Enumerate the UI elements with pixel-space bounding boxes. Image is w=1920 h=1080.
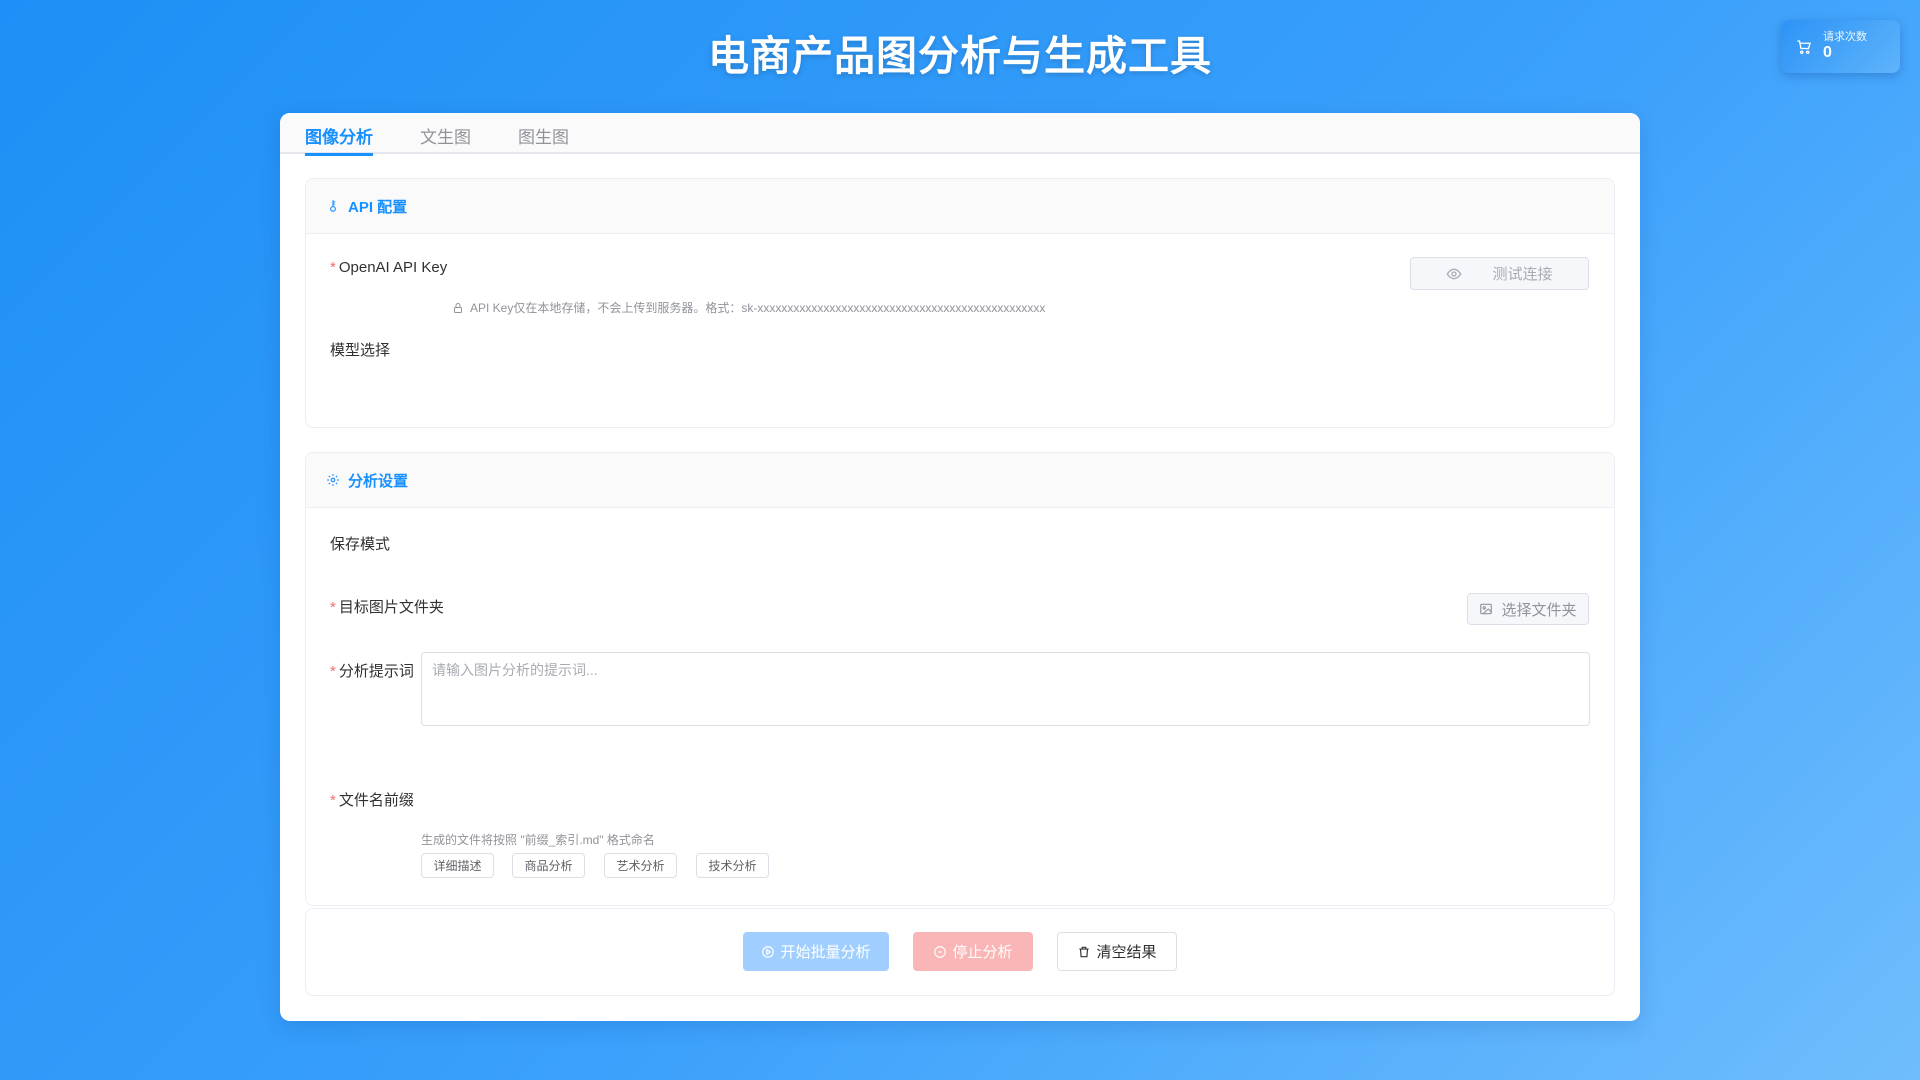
save-mode-label: 保存模式 — [330, 536, 391, 553]
analysis-settings-header: 分析设置 — [306, 453, 1614, 508]
eye-icon — [1447, 268, 1462, 279]
request-counter: 请求次数 0 — [1781, 20, 1900, 73]
api-config-header: API 配置 — [306, 179, 1614, 234]
main-card: 图像分析 文生图 图生图 API 配置 * OpenAI API Key 测试连接… — [280, 113, 1640, 1021]
prompt-tag-technical[interactable]: 技术分析 — [696, 853, 769, 878]
analysis-settings-title: 分析设置 — [348, 472, 409, 490]
filename-prefix-label: * 文件名前缀 — [330, 792, 414, 809]
stop-icon — [934, 945, 947, 958]
prompt-tag-art[interactable]: 艺术分析 — [604, 853, 677, 878]
model-select-label: 模型选择 — [330, 342, 391, 359]
tab-image-analysis[interactable]: 图像分析 — [305, 113, 373, 156]
prompt-tag-product[interactable]: 商品分析 — [512, 853, 585, 878]
prompt-tag-detailed[interactable]: 详细描述 — [421, 853, 494, 878]
api-config-section: API 配置 * OpenAI API Key 测试连接 API Key仅在本地存… — [305, 178, 1615, 428]
tab-image-to-image[interactable]: 图生图 — [518, 113, 569, 154]
analysis-settings-section: 分析设置 保存模式 * 目标图片文件夹 选择文件夹 * 分析提示词 请输入图片分析的… — [305, 452, 1615, 906]
play-icon — [762, 945, 775, 958]
filename-prefix-hint: 生成的文件将按照 "前缀_索引.md" 格式命名 — [421, 833, 655, 847]
api-key-label: * OpenAI API Key — [330, 259, 448, 276]
target-folder-label: * 目标图片文件夹 — [330, 599, 444, 616]
test-connection-button[interactable]: 测试连接 — [1410, 257, 1589, 290]
start-batch-analysis-button[interactable]: 开始批量分析 — [743, 932, 889, 971]
tab-text-to-image[interactable]: 文生图 — [420, 113, 471, 154]
cart-icon — [1797, 39, 1811, 54]
api-key-hint: API Key仅在本地存储，不会上传到服务器。格式：sk-xxxxxxxxxxx… — [452, 299, 1045, 316]
clear-results-button[interactable]: 清空结果 — [1057, 932, 1177, 971]
trash-icon — [1079, 946, 1090, 957]
select-folder-button[interactable]: 选择文件夹 — [1467, 593, 1589, 625]
api-config-title: API 配置 — [348, 198, 408, 216]
page-title: 电商产品图分析与生成工具 — [708, 33, 1212, 79]
tab-bar: 图像分析 文生图 图生图 — [280, 113, 1640, 156]
gear-icon — [327, 474, 339, 486]
image-icon — [1480, 603, 1493, 615]
lock-icon — [454, 302, 462, 313]
key-icon — [330, 200, 336, 212]
prompt-label: * 分析提示词 — [330, 663, 414, 680]
action-bar: 开始批量分析 停止分析 清空结果 — [305, 908, 1615, 996]
counter-label: 请求次数 — [1823, 31, 1867, 43]
stop-analysis-button[interactable]: 停止分析 — [913, 932, 1033, 971]
counter-value: 0 — [1823, 44, 1832, 61]
prompt-textarea[interactable]: 请输入图片分析的提示词... — [421, 652, 1590, 726]
